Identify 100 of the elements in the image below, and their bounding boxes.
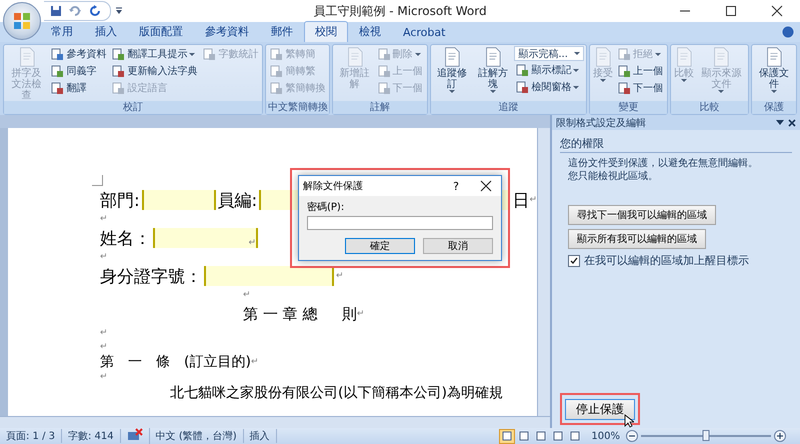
caret-icon: [573, 86, 580, 88]
close-icon[interactable]: [788, 118, 796, 126]
caret-icon: [490, 90, 496, 93]
document-icon: [112, 64, 126, 78]
field-label: 密碼(P):: [307, 200, 346, 214]
document-text: 北七貓咪之家股份有限公司(以下簡稱本公司)為明確規: [170, 384, 503, 402]
paragraph-mark: ↵: [100, 342, 108, 352]
ribbon-button[interactable]: 顯示標記: [514, 62, 584, 78]
status-text: 字數: 414: [62, 429, 121, 443]
document-icon: [618, 82, 631, 94]
zoom-out-icon[interactable]: [626, 430, 638, 442]
document-icon: [270, 48, 284, 60]
pane-button[interactable]: 尋找下一個我可以編輯的區域: [568, 205, 716, 225]
caret-icon: [718, 90, 724, 93]
document-icon: [618, 64, 631, 78]
slider-thumb[interactable]: [702, 430, 710, 441]
permission-message: 這份文件受到保護，以避免在無意間編輯。: [568, 157, 759, 170]
status-text: 頁面: 1 / 3: [0, 429, 62, 443]
group-label: 保護: [752, 101, 796, 114]
document-icon: [516, 80, 530, 94]
help-icon[interactable]: [782, 26, 794, 38]
help-button[interactable]: ?: [441, 180, 471, 192]
document-icon: [516, 64, 530, 76]
language-status[interactable]: 中文 (繁體，台灣): [150, 429, 244, 443]
caret-icon: [654, 52, 661, 56]
password-field[interactable]: [307, 216, 493, 230]
ribbon-tab[interactable]: 常用: [40, 21, 84, 42]
ribbon-button[interactable]: 檢閱窗格: [514, 79, 584, 95]
paragraph-mark: ↵: [356, 309, 364, 319]
paragraph-mark: ↵: [250, 357, 258, 367]
save-icon[interactable]: [50, 5, 62, 17]
document-icon: [51, 48, 64, 60]
caret-icon: [449, 90, 456, 93]
document-text: 員編:: [218, 190, 258, 212]
ribbon-button[interactable]: 保護文件: [754, 46, 794, 93]
paragraph-mark: ↵: [100, 372, 108, 382]
zoom-level[interactable]: 100%: [591, 430, 620, 442]
office-button[interactable]: [3, 2, 41, 40]
insert-mode[interactable]: 插入: [244, 429, 277, 443]
ribbon-tab[interactable]: 檢視: [348, 21, 392, 42]
dialog-button[interactable]: 取消: [423, 238, 493, 254]
ribbon-tab[interactable]: 參考資料: [194, 21, 260, 42]
office-logo: [12, 11, 32, 31]
stop-protection-button[interactable]: 停止保護: [565, 399, 635, 420]
document-icon: [203, 48, 216, 60]
group-label: 比較: [670, 101, 748, 114]
document-text: 第 一 條 (訂立目的): [100, 353, 251, 371]
caret-icon: [770, 90, 777, 93]
ribbon-button[interactable]: 同義字: [49, 63, 108, 79]
form-field[interactable]: [204, 266, 334, 286]
mouse-pointer-icon: [624, 414, 634, 428]
document-text: 日: [512, 190, 530, 212]
document-text: 身分證字號：: [100, 266, 202, 288]
ribbon-tab[interactable]: 郵件: [260, 21, 304, 42]
group-label: 追蹤: [430, 101, 586, 114]
paragraph-mark: ↵: [248, 238, 256, 248]
section-heading: 您的權限: [560, 136, 792, 153]
view-button[interactable]: [499, 428, 516, 444]
pane-button[interactable]: 顯示所有我可以編輯的區域: [568, 229, 706, 249]
proofing-icon[interactable]: [126, 428, 143, 441]
zoom-in-icon[interactable]: [774, 430, 786, 442]
dialog-button[interactable]: 確定: [345, 238, 415, 254]
ribbon-button[interactable]: 下一個: [616, 80, 665, 96]
group-label: 校訂: [4, 101, 262, 114]
checkbox-label[interactable]: 在我可以編輯的區域加上醒目標示: [584, 253, 749, 268]
page-icon: [442, 46, 462, 68]
ribbon-tab[interactable]: 插入: [84, 21, 128, 42]
ribbon-button[interactable]: 更新輸入法字典: [110, 63, 200, 79]
markup-dropdown[interactable]: 顯示完稿...: [514, 46, 584, 61]
caret-icon: [573, 68, 580, 72]
redo-icon[interactable]: [90, 5, 102, 17]
paragraph-mark: ↵: [100, 252, 108, 262]
ribbon-button[interactable]: 註解方塊: [474, 46, 512, 93]
document-icon: [51, 64, 64, 78]
ribbon-button[interactable]: 參考資料: [49, 46, 108, 62]
ribbon-tab[interactable]: 校閱: [304, 21, 348, 42]
caret-icon: [574, 52, 580, 55]
page-icon: [711, 46, 732, 68]
ribbon-button[interactable]: 翻譯: [49, 80, 108, 96]
ribbon-button[interactable]: 翻譯工具提示: [110, 46, 200, 62]
pane-title: 限制格式設定及編輯: [556, 116, 647, 130]
document-text: 姓名：: [100, 228, 151, 250]
document-icon: [270, 82, 284, 94]
document-icon: [51, 82, 64, 94]
crop-mark: [92, 175, 103, 186]
paragraph-mark: ↵: [243, 290, 251, 300]
ribbon-tab[interactable]: 版面配置: [128, 21, 194, 42]
ribbon-tab[interactable]: Acrobat: [392, 23, 456, 42]
ribbon-button[interactable]: 追蹤修訂: [432, 46, 472, 93]
ribbon-button[interactable]: 上一個: [616, 63, 665, 79]
caret-icon[interactable]: [776, 120, 784, 126]
horizontal-scrollbar[interactable]: [0, 416, 550, 428]
customize-icon[interactable]: [115, 7, 123, 15]
form-field[interactable]: [142, 190, 216, 210]
undo-icon[interactable]: [68, 5, 84, 17]
group-label: 變更: [590, 101, 667, 114]
vertical-scrollbar[interactable]: [537, 128, 550, 416]
dialog-title: 解除文件保護: [303, 180, 364, 193]
checkbox[interactable]: [568, 254, 580, 266]
window-title: 員工守則範例 - Microsoft Word: [313, 4, 487, 18]
